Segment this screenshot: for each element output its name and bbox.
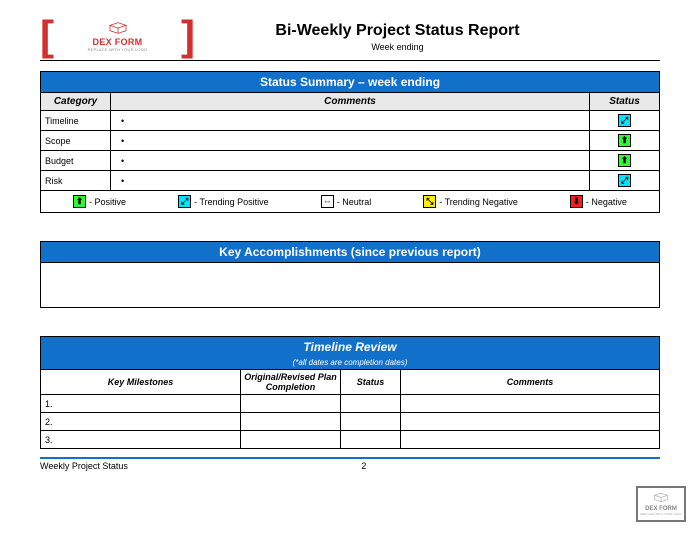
accomplishments-body — [40, 262, 660, 308]
accomplishments-header: Key Accomplishments (since previous repo… — [40, 241, 660, 262]
timeline-table: Key Milestones Original/Revised Plan Com… — [40, 369, 660, 449]
comments-cell — [401, 395, 660, 413]
col-comments: Comments — [111, 93, 590, 111]
logo-brand-text: DEX FORM — [93, 37, 143, 47]
trending-positive-badge-icon: ⤢ — [618, 174, 631, 187]
trending-negative-legend-icon: ⤡ — [423, 195, 436, 208]
col-category: Category — [41, 93, 111, 111]
col-status: Status — [590, 93, 660, 111]
col-plan: Original/Revised Plan Completion — [241, 370, 341, 395]
page-subtitle: Week ending — [195, 42, 600, 52]
footer-divider — [40, 457, 660, 459]
milestone-cell: 3. — [41, 431, 241, 449]
trending-positive-badge-icon: ⤢ — [618, 114, 631, 127]
status-category-cell: Scope — [41, 131, 111, 151]
status-category-cell: Budget — [41, 151, 111, 171]
legend-label: - Negative — [586, 197, 627, 207]
legend-item: ⬆ - Positive — [73, 195, 126, 208]
status-badge-cell: ⬆ — [590, 151, 660, 171]
status-cell — [341, 413, 401, 431]
trending-positive-legend-icon: ⤢ — [178, 195, 191, 208]
logo-placeholder: [ DEX FORM REPLACE WITH YOUR LOGO [ — [40, 20, 195, 52]
document-header: [ DEX FORM REPLACE WITH YOUR LOGO [ Bi-W… — [40, 20, 660, 52]
status-legend: ⬆ - Positive ⤢ - Trending Positive ⇔ - Neu… — [40, 191, 660, 213]
plan-cell — [241, 395, 341, 413]
negative-legend-icon: ⬇ — [570, 195, 583, 208]
col-milestones: Key Milestones — [41, 370, 241, 395]
positive-badge-icon: ⬆ — [618, 134, 631, 147]
positive-badge-icon: ⬆ — [618, 154, 631, 167]
status-comment-cell: • — [111, 151, 590, 171]
bracket-right-icon: [ — [181, 20, 195, 52]
watermark-tagline-text: REPLACE WITH YOUR LOGO — [640, 512, 681, 516]
watermark-logo: DEX FORM REPLACE WITH YOUR LOGO — [636, 486, 686, 522]
status-badge-cell: ⤢ — [590, 111, 660, 131]
timeline-subtitle: (*all dates are completion dates) — [40, 357, 660, 369]
status-comment-cell: • — [111, 171, 590, 191]
legend-label: - Positive — [89, 197, 126, 207]
footer-page-number: 2 — [361, 461, 366, 471]
bracket-left-icon: [ — [40, 20, 54, 52]
status-badge-cell: ⤢ — [590, 171, 660, 191]
status-cell — [341, 395, 401, 413]
status-row: Timeline• ⤢ — [41, 111, 660, 131]
comments-cell — [401, 431, 660, 449]
legend-label: - Trending Positive — [194, 197, 269, 207]
status-summary-table: Category Comments Status Timeline•⤢Scope… — [40, 92, 660, 191]
legend-item: ⤢ - Trending Positive — [178, 195, 269, 208]
page-footer: Weekly Project Status 2 — [0, 461, 700, 471]
timeline-header: Timeline Review — [40, 336, 660, 357]
legend-label: - Neutral — [337, 197, 372, 207]
status-row: Scope• ⬆ — [41, 131, 660, 151]
legend-item: ⇔ - Neutral — [321, 195, 372, 208]
timeline-row: 1. — [41, 395, 660, 413]
col-comments-2: Comments — [401, 370, 660, 395]
status-row: Budget• ⬆ — [41, 151, 660, 171]
col-status-2: Status — [341, 370, 401, 395]
status-summary-header: Status Summary – week ending — [40, 71, 660, 92]
legend-label: - Trending Negative — [439, 197, 518, 207]
neutral-legend-icon: ⇔ — [321, 195, 334, 208]
legend-item: ⤡ - Trending Negative — [423, 195, 518, 208]
milestone-cell: 2. — [41, 413, 241, 431]
status-category-cell: Timeline — [41, 111, 111, 131]
header-divider — [40, 60, 660, 61]
plan-cell — [241, 413, 341, 431]
logo-tagline-text: REPLACE WITH YOUR LOGO — [88, 47, 148, 52]
status-comment-cell: • — [111, 111, 590, 131]
watermark-box-icon — [653, 492, 669, 506]
status-row: Risk• ⤢ — [41, 171, 660, 191]
status-comment-cell: • — [111, 131, 590, 151]
legend-item: ⬇ - Negative — [570, 195, 627, 208]
dexform-box-icon — [108, 21, 128, 35]
status-badge-cell: ⬆ — [590, 131, 660, 151]
timeline-row: 2. — [41, 413, 660, 431]
page-title: Bi-Weekly Project Status Report — [195, 22, 600, 40]
comments-cell — [401, 413, 660, 431]
milestone-cell: 1. — [41, 395, 241, 413]
status-category-cell: Risk — [41, 171, 111, 191]
positive-legend-icon: ⬆ — [73, 195, 86, 208]
footer-left-text: Weekly Project Status — [40, 461, 128, 471]
timeline-row: 3. — [41, 431, 660, 449]
status-cell — [341, 431, 401, 449]
plan-cell — [241, 431, 341, 449]
